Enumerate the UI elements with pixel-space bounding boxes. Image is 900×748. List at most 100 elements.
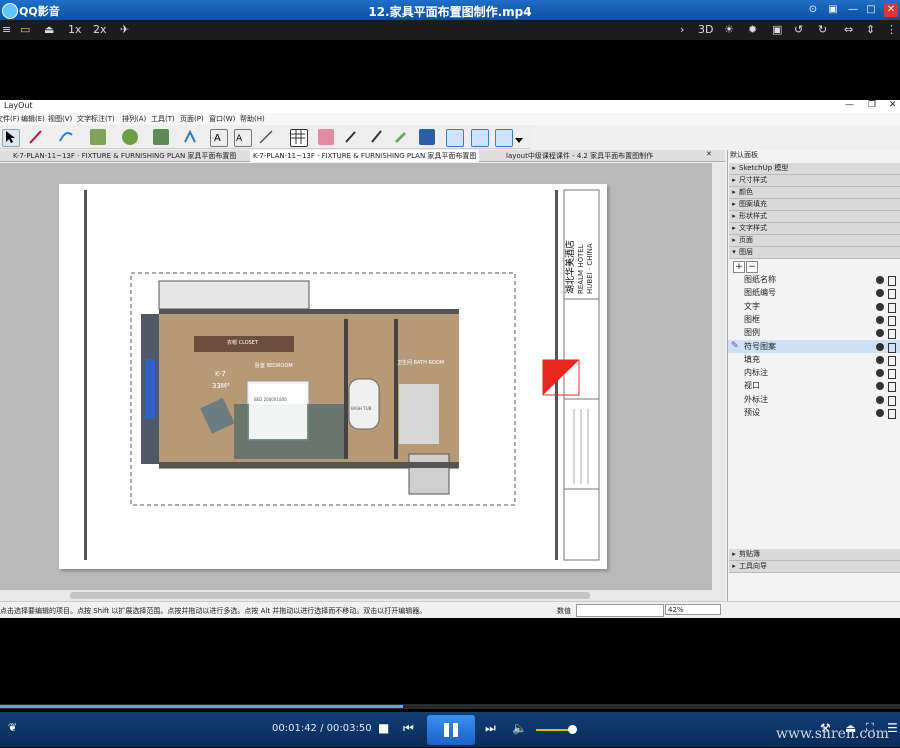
playlist-icon[interactable]: ≡: [2, 23, 11, 36]
layer-lock-icon[interactable]: [888, 409, 896, 419]
more-icon[interactable]: ⋮: [886, 23, 897, 36]
eraser-tool-icon[interactable]: [318, 129, 334, 145]
layer-lock-icon[interactable]: [888, 315, 896, 326]
layer-row[interactable]: 填充: [728, 353, 900, 366]
layer-lock-icon[interactable]: [888, 342, 896, 353]
tab-document-3[interactable]: layout中级课程课件 - 4.2 家具平面布置图制作: [503, 150, 656, 162]
select-tool-icon[interactable]: [2, 129, 20, 147]
player-close-icon[interactable]: ✕: [884, 3, 898, 17]
layer-lock-icon[interactable]: [888, 289, 896, 300]
player-settings-icon[interactable]: ▣: [826, 3, 840, 17]
player-minimize-icon[interactable]: —: [846, 3, 860, 17]
layer-row[interactable]: 文字: [728, 300, 900, 313]
stop-icon[interactable]: ■: [378, 721, 389, 735]
circle-tool-icon[interactable]: [122, 129, 138, 145]
screenshot-icon[interactable]: ▭: [20, 23, 30, 36]
section-pattern-fill[interactable]: ▸ 图案填充: [729, 199, 900, 211]
menu-file[interactable]: 文件(F): [0, 114, 20, 124]
text-tool-icon[interactable]: A: [210, 129, 228, 147]
layer-row[interactable]: ✎ 符号图案: [728, 339, 900, 353]
join-tool-icon[interactable]: [392, 129, 408, 145]
offset-tool-icon[interactable]: [182, 129, 198, 145]
flip-icon[interactable]: ⇔: [844, 23, 853, 36]
mirror-icon[interactable]: ⇕: [866, 23, 875, 36]
menu-window[interactable]: 窗口(W): [209, 114, 235, 124]
tab-close-icon[interactable]: ✕: [706, 150, 712, 158]
open-file-icon[interactable]: ⏏: [44, 23, 54, 36]
section-pages[interactable]: ▸ 页面: [729, 235, 900, 247]
volume-slider[interactable]: [536, 729, 572, 731]
pin-icon[interactable]: ✈: [120, 23, 129, 36]
arrow-right-icon[interactable]: ›: [680, 23, 684, 36]
layer-visibility-icon[interactable]: [876, 276, 884, 284]
next-page-icon[interactable]: [495, 129, 513, 147]
vertical-scrollbar[interactable]: [712, 163, 725, 590]
presentation-icon[interactable]: [419, 129, 435, 145]
tab-document-2[interactable]: K-7-PLAN-11~13F · FIXTURE & FURNISHING P…: [250, 150, 480, 162]
document-page[interactable]: K-7 33M² 卧室 BEDROOM 衣帽 CLOSET 卫生间 BATH R…: [59, 184, 607, 569]
layer-lock-icon[interactable]: [888, 355, 896, 366]
menu-text[interactable]: 文字标注(T): [77, 114, 115, 124]
footprint-icon[interactable]: ❦: [8, 721, 17, 734]
layer-row[interactable]: 图框: [728, 313, 900, 326]
section-dimension-style[interactable]: ▸ 尺寸样式: [729, 175, 900, 187]
layer-visibility-icon[interactable]: [876, 302, 884, 311]
rotate-right-icon[interactable]: ↻: [818, 23, 827, 36]
layer-visibility-icon[interactable]: [876, 355, 884, 364]
speed-1x-button[interactable]: 1x: [68, 23, 82, 36]
zoom-select[interactable]: 42%: [665, 604, 721, 615]
add-page-icon[interactable]: [446, 129, 464, 147]
section-shape-style[interactable]: ▸ 形状样式: [729, 211, 900, 223]
layer-visibility-icon[interactable]: [876, 369, 884, 378]
section-layers[interactable]: ▾ 图层: [729, 247, 900, 259]
layer-lock-icon[interactable]: [888, 276, 896, 286]
section-colors[interactable]: ▸ 颜色: [729, 187, 900, 199]
layer-row[interactable]: 图例: [728, 326, 900, 340]
layer-visibility-icon[interactable]: [876, 289, 884, 298]
menu-arrange[interactable]: 排列(A): [122, 114, 146, 124]
section-scrapbooks[interactable]: ▸ 剪贴簿: [729, 549, 900, 561]
section-sketchup-model[interactable]: ▸ SketchUp 模型: [729, 163, 900, 175]
layer-lock-icon[interactable]: [888, 395, 896, 406]
volume-knob[interactable]: [568, 725, 577, 734]
layer-visibility-icon[interactable]: [876, 329, 884, 338]
tab-document-1[interactable]: K-7-PLAN-11~13F · FIXTURE & FURNISHING P…: [10, 150, 239, 162]
section-instructor[interactable]: ▸ 工具向导: [729, 561, 900, 573]
label-tool-icon[interactable]: A: [234, 129, 252, 147]
layer-row[interactable]: 图纸名称: [728, 273, 900, 286]
layer-visibility-icon[interactable]: [876, 409, 884, 417]
table-tool-icon[interactable]: [290, 129, 308, 147]
split-tool-icon[interactable]: [368, 129, 384, 145]
menu-pages[interactable]: 页面(P): [180, 114, 204, 124]
pause-button[interactable]: [427, 715, 475, 745]
style-tool-icon[interactable]: [343, 129, 359, 145]
layout-minimize-icon[interactable]: —: [845, 100, 854, 110]
layout-close-icon[interactable]: ✕: [889, 100, 897, 110]
dimension-tool-icon[interactable]: [258, 129, 274, 145]
layer-visibility-icon[interactable]: [876, 382, 884, 391]
previous-page-icon[interactable]: [471, 129, 489, 147]
layer-row[interactable]: 预设: [728, 406, 900, 419]
horizontal-scroll-thumb[interactable]: [70, 592, 590, 599]
menu-edit[interactable]: 编辑(E): [21, 114, 45, 124]
layer-row[interactable]: 视口: [728, 379, 900, 393]
brightness-icon[interactable]: ☀: [724, 23, 734, 36]
previous-icon[interactable]: ⏮: [403, 721, 414, 736]
crop-icon[interactable]: ▣: [772, 23, 782, 36]
toolbar-overflow-icon[interactable]: [514, 135, 530, 151]
layer-visibility-icon[interactable]: [876, 315, 884, 324]
player-maximize-icon[interactable]: □: [864, 3, 878, 17]
layout-restore-icon[interactable]: ❐: [868, 100, 876, 110]
next-icon[interactable]: ⏭: [485, 721, 496, 736]
layer-row[interactable]: 内标注: [728, 366, 900, 380]
layer-lock-icon[interactable]: [888, 329, 896, 340]
section-text-style[interactable]: ▸ 文字样式: [729, 223, 900, 235]
speed-2x-button[interactable]: 2x: [93, 23, 107, 36]
layer-lock-icon[interactable]: [888, 382, 896, 393]
layer-row[interactable]: 图纸编号: [728, 286, 900, 300]
menu-view[interactable]: 视图(V): [48, 114, 72, 124]
layer-visibility-icon[interactable]: [876, 342, 884, 351]
add-layer-button[interactable]: +: [733, 261, 745, 273]
menu-tools[interactable]: 工具(T): [151, 114, 175, 124]
layer-row[interactable]: 外标注: [728, 393, 900, 406]
